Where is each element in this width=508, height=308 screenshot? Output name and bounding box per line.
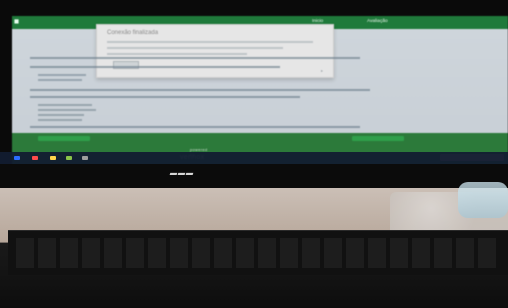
- taskbar-icon[interactable]: [82, 156, 88, 160]
- dialog-text-line: [107, 41, 313, 43]
- site-logo: ◼: [14, 19, 19, 25]
- monitor-brand-logo: ▬▬▬: [169, 170, 196, 177]
- question-line: [30, 66, 280, 68]
- footer-button[interactable]: [352, 136, 404, 141]
- monitor-bezel: [0, 164, 508, 188]
- question-line: [30, 126, 360, 128]
- answer-line: [38, 119, 82, 121]
- taskbar: [0, 152, 508, 164]
- dialog-text-line: [107, 47, 283, 49]
- taskbar-icon[interactable]: [14, 156, 20, 160]
- question-line: [30, 57, 360, 59]
- question-line: [30, 89, 370, 91]
- plastic-pouch: [458, 182, 508, 218]
- taskbar-icon[interactable]: [50, 156, 56, 160]
- question-line: [30, 96, 300, 98]
- taskbar-icon[interactable]: [32, 156, 38, 160]
- system-tray: [440, 154, 504, 161]
- answer-line: [38, 79, 82, 81]
- answer-line: [38, 104, 92, 106]
- dialog-title: Conexão finalizada: [107, 30, 159, 36]
- nav-item[interactable]: Avaliação: [367, 19, 388, 24]
- monitor-screen: ◼ Inicio Avaliação Conexão finalizada ▸: [12, 16, 508, 168]
- taskbar-icon[interactable]: [66, 156, 72, 160]
- answer-line: [38, 109, 96, 111]
- answer-line: [38, 74, 86, 76]
- footer-button[interactable]: [38, 136, 90, 141]
- dialog-link[interactable]: ▸: [321, 68, 323, 73]
- keyboard-keys: [16, 238, 500, 268]
- dialog-text-line: [107, 53, 247, 55]
- answer-line: [38, 114, 84, 116]
- photo: ◼ Inicio Avaliação Conexão finalizada ▸: [0, 0, 508, 308]
- modal-dialog: Conexão finalizada ▸: [96, 24, 334, 78]
